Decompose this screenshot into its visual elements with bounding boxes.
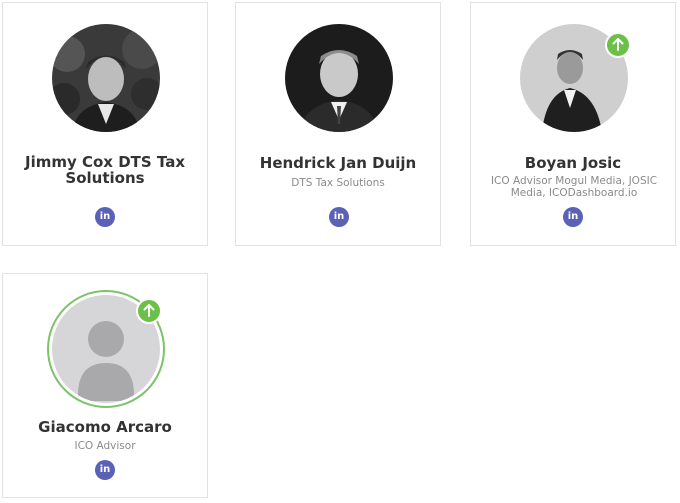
- online-badge-icon: [605, 32, 631, 58]
- avatar-photo: [285, 24, 393, 132]
- person-role: ICO Advisor: [74, 440, 136, 452]
- person-name: Boyan Josic: [524, 154, 622, 172]
- person-name: Giacomo Arcaro: [38, 418, 172, 436]
- linkedin-icon[interactable]: in: [95, 207, 115, 227]
- person-name: Hendrick Jan Duijn: [259, 154, 417, 172]
- team-card: Giacomo Arcaro ICO Advisor in: [2, 273, 208, 498]
- linkedin-icon[interactable]: in: [329, 207, 349, 227]
- online-badge-icon: [136, 298, 162, 324]
- linkedin-icon[interactable]: in: [563, 207, 583, 227]
- team-card: Boyan Josic ICO Advisor Mogul Media, JOS…: [470, 2, 676, 246]
- linkedin-icon[interactable]: in: [95, 460, 115, 480]
- avatar-photo: [52, 24, 160, 132]
- person-role: DTS Tax Solutions: [291, 177, 385, 189]
- team-card: Hendrick Jan Duijn DTS Tax Solutions in: [235, 2, 441, 246]
- person-name: Jimmy Cox DTS Tax Solutions: [25, 153, 185, 187]
- person-role: ICO Advisor Mogul Media, JOSIC Media, IC…: [490, 175, 658, 199]
- team-card: Jimmy Cox DTS Tax Solutions in: [2, 2, 208, 246]
